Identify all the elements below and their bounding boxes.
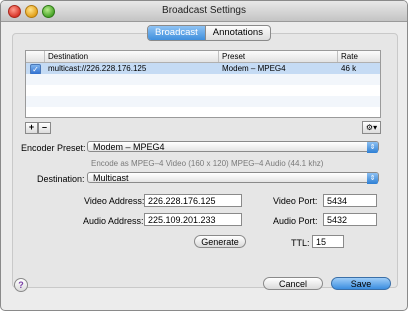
destination-popup[interactable]: Multicast ⇕ (87, 172, 379, 184)
tab-bar: Broadcast Annotations (147, 25, 271, 41)
video-address-field[interactable]: 226.228.176.125 (144, 194, 242, 207)
audio-port-label: Audio Port: (273, 216, 318, 226)
tab-annotations[interactable]: Annotations (204, 26, 270, 40)
table-row[interactable]: ✓ multicast://226.228.176.125 Modem – MP… (26, 63, 380, 74)
encoder-preset-popup[interactable]: Modem – MPEG4 ⇕ (87, 141, 379, 153)
broadcast-settings-window: Broadcast Settings Broadcast Annotations… (0, 0, 408, 311)
destinations-table: Destination Preset Rate ✓ multicast://22… (25, 50, 381, 118)
encoder-preset-label: Encoder Preset: (21, 143, 86, 153)
video-address-label: Video Address: (84, 196, 145, 206)
cancel-button[interactable]: Cancel (263, 277, 323, 290)
audio-address-field[interactable]: 225.109.201.233 (144, 213, 242, 226)
ttl-field[interactable]: 15 (312, 235, 344, 248)
audio-port-field[interactable]: 5432 (323, 213, 377, 226)
encoder-preset-value: Modem – MPEG4 (93, 142, 165, 152)
save-button[interactable]: Save (331, 277, 391, 290)
generate-button[interactable]: Generate (194, 235, 246, 248)
column-header-preset[interactable]: Preset (219, 51, 338, 62)
add-destination-button[interactable]: + (25, 122, 38, 134)
video-port-field[interactable]: 5434 (323, 194, 377, 207)
audio-address-label: Audio Address: (83, 216, 144, 226)
window-title: Broadcast Settings (162, 5, 246, 16)
destination-label: Destination: (37, 174, 85, 184)
column-header-destination[interactable]: Destination (45, 51, 219, 62)
video-port-label: Video Port: (273, 196, 318, 206)
title-bar: Broadcast Settings (1, 1, 407, 22)
remove-destination-button[interactable]: – (38, 122, 51, 134)
table-header: Destination Preset Rate (26, 51, 380, 63)
rate-cell: 46 k (341, 64, 357, 73)
ttl-label: TTL: (291, 238, 310, 248)
enabled-checkbox[interactable]: ✓ (30, 64, 41, 74)
empty-table-row (26, 85, 380, 96)
tab-broadcast[interactable]: Broadcast (148, 26, 205, 40)
encoder-preset-description: Encode as MPEG–4 Video (160 x 120) MPEG–… (91, 159, 324, 168)
column-header-enabled[interactable] (26, 51, 45, 62)
column-header-rate[interactable]: Rate (338, 51, 380, 62)
help-button[interactable]: ? (14, 278, 28, 292)
enabled-cell: ✓ (26, 63, 45, 74)
preset-cell: Modem – MPEG4 (222, 64, 286, 73)
popup-arrows-icon: ⇕ (367, 142, 378, 153)
empty-table-row (26, 74, 380, 85)
destination-cell: multicast://226.228.176.125 (48, 64, 147, 73)
gear-action-menu-button[interactable]: ⚙▾ (362, 121, 381, 134)
popup-arrows-icon: ⇕ (367, 173, 378, 184)
empty-table-row (26, 96, 380, 107)
destination-value: Multicast (93, 173, 129, 183)
